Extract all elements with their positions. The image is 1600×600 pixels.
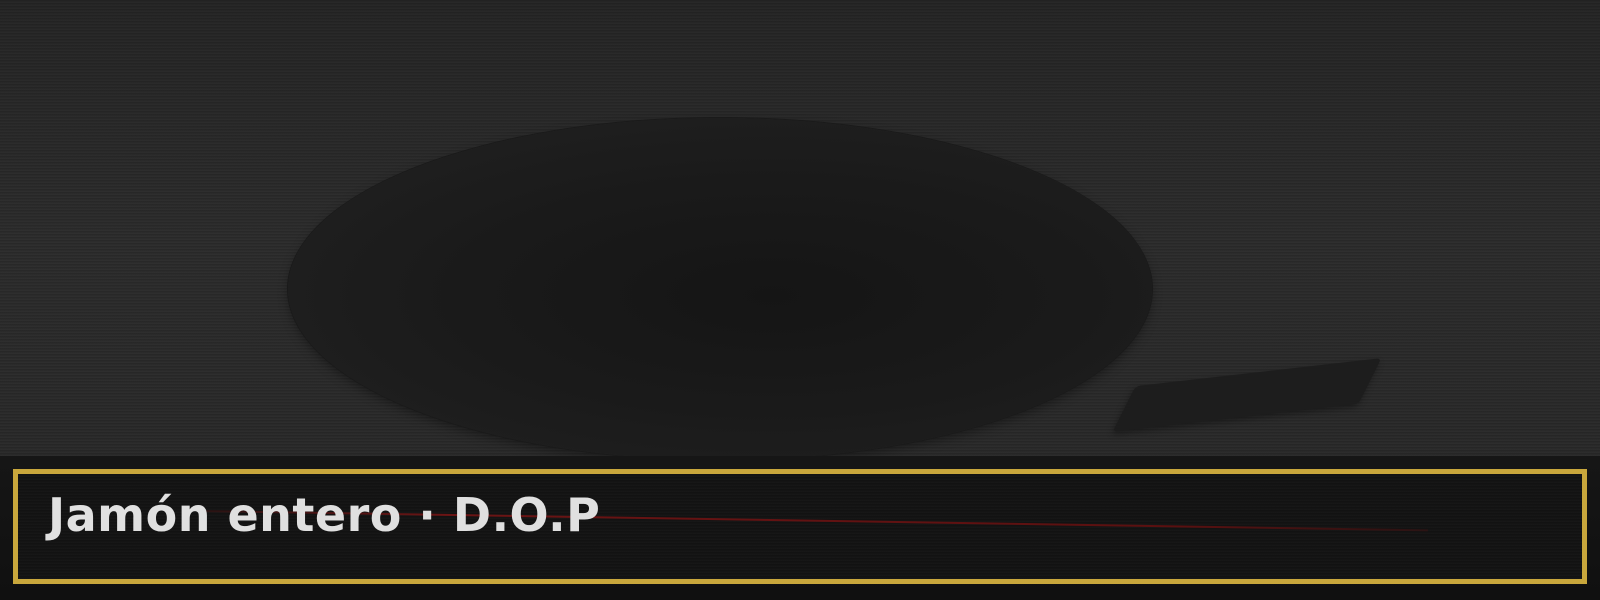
product-title: Jamón entero · D.O.P (48, 488, 601, 542)
caption-frame: Jamón entero · D.O.P (13, 469, 1587, 584)
scene: Jamón entero · D.O.P (0, 0, 1600, 600)
serving-platter (288, 118, 1152, 460)
cutting-board (1112, 358, 1382, 432)
